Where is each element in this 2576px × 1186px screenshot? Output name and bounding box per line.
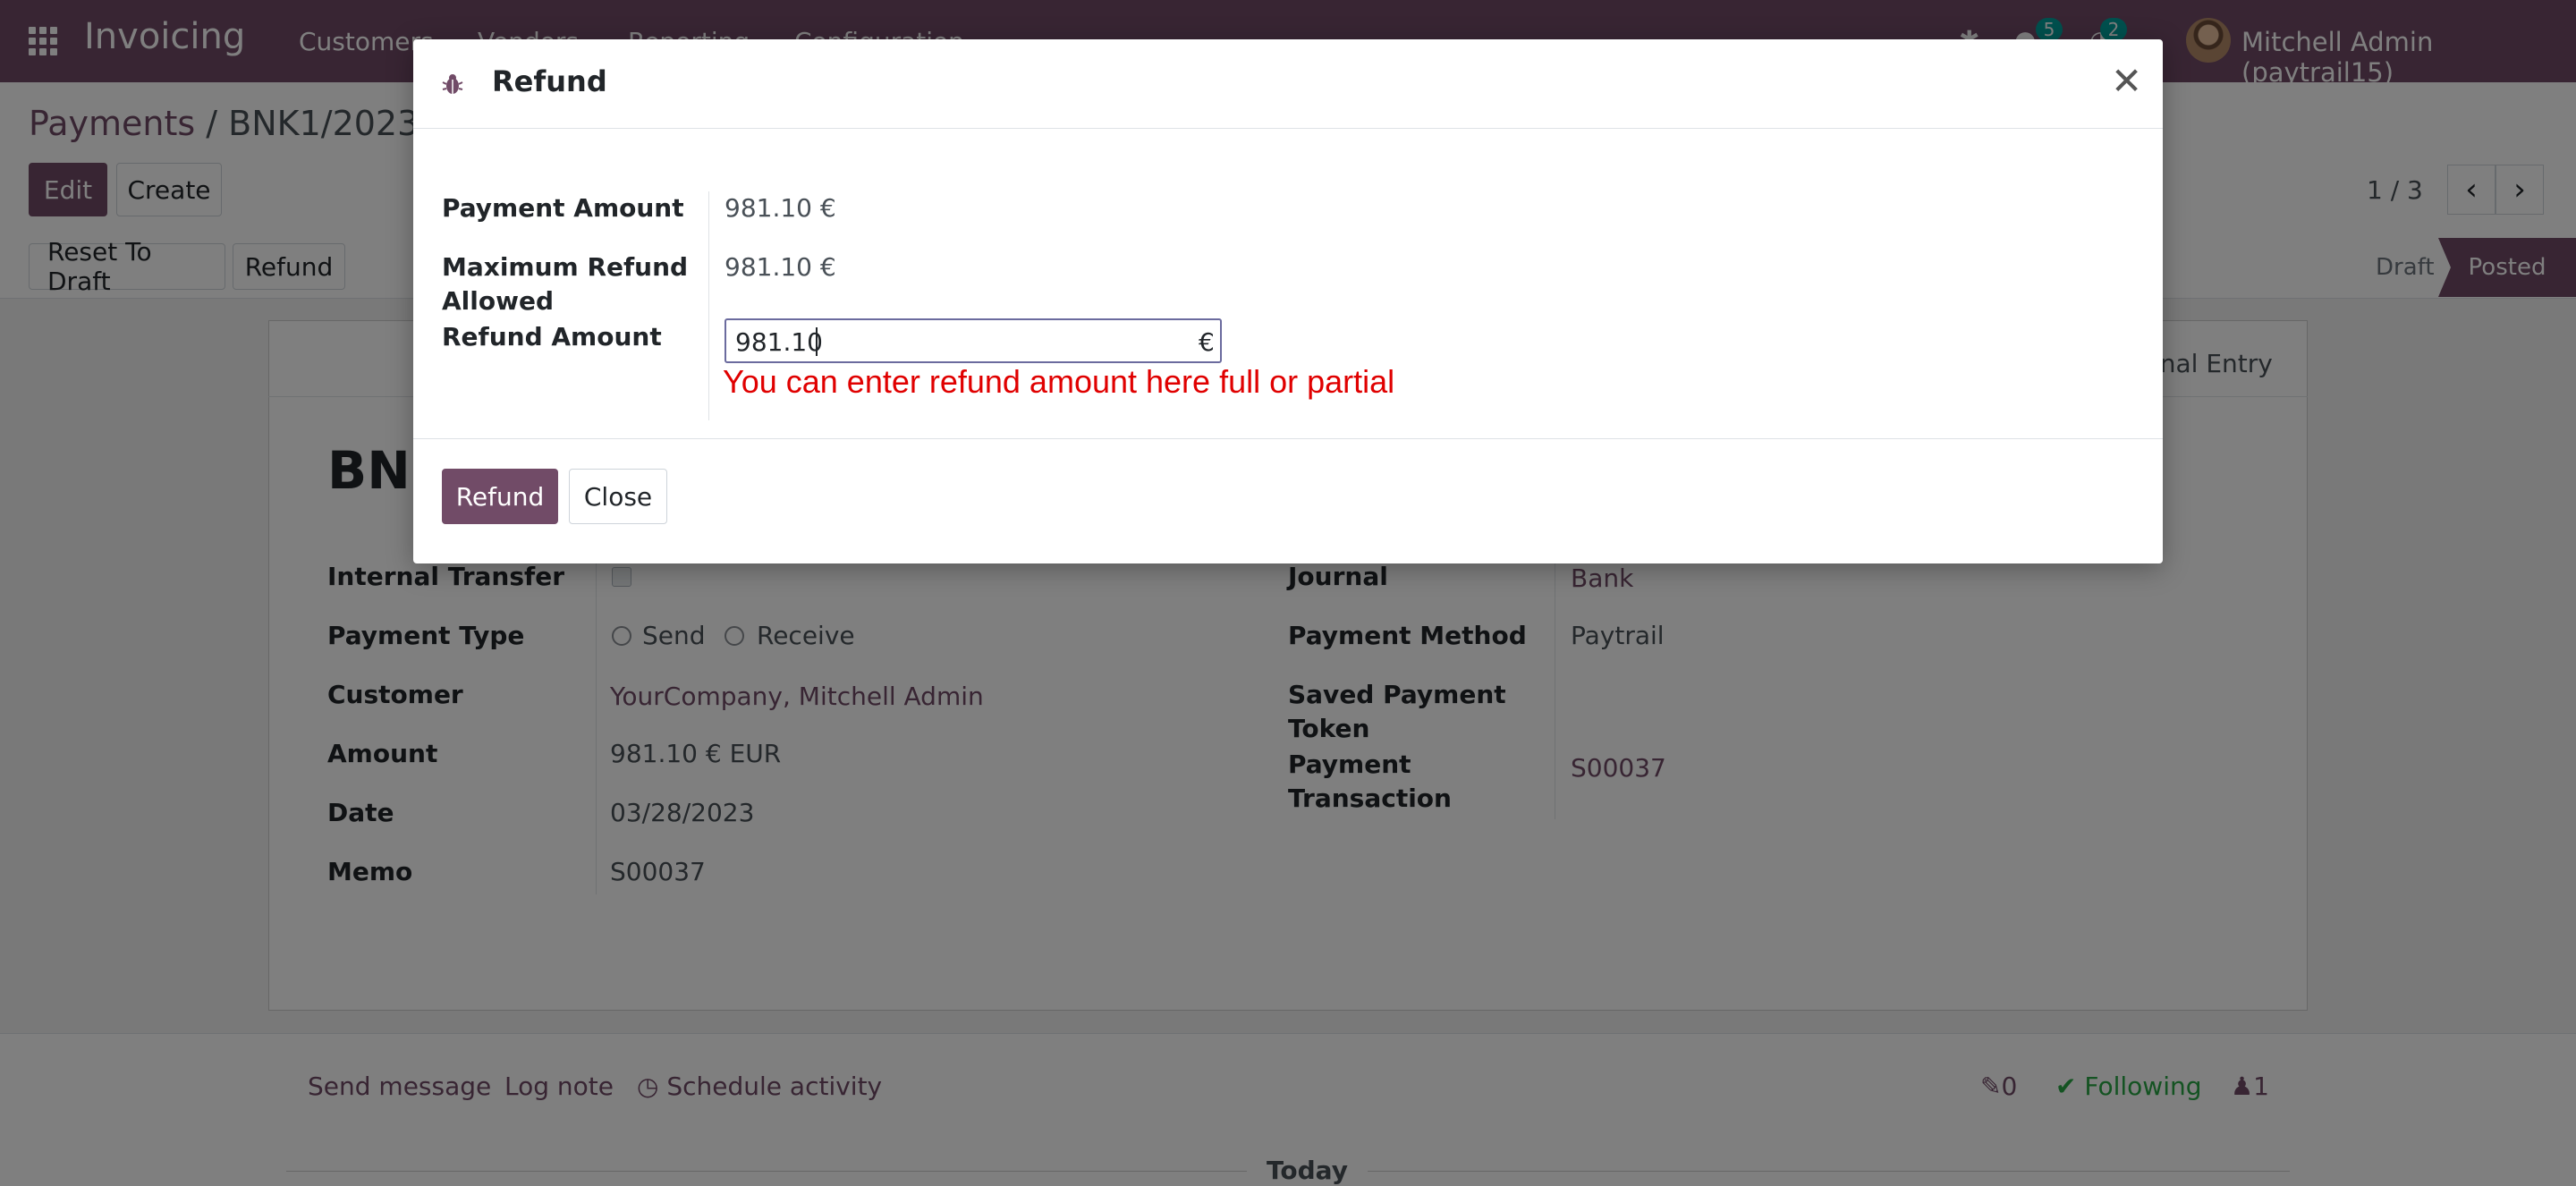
max-refund-label-line2: Allowed xyxy=(442,286,555,316)
max-refund-value: 981.10 € xyxy=(724,252,836,282)
refund-confirm-button[interactable]: Refund xyxy=(442,469,558,524)
currency-symbol: € xyxy=(1199,327,1215,357)
refund-amount-input-value[interactable]: 981.10 xyxy=(735,327,823,357)
bug-icon xyxy=(442,74,463,94)
dialog-header: Refund ✕ xyxy=(413,39,2163,129)
text-caret xyxy=(816,327,818,356)
close-icon[interactable]: ✕ xyxy=(2111,63,2142,100)
payment-amount-value: 981.10 € xyxy=(724,193,836,223)
max-refund-label-line1: Maximum Refund xyxy=(442,252,689,282)
close-button[interactable]: Close xyxy=(569,469,667,524)
refund-amount-input[interactable]: 981.10 € xyxy=(724,318,1222,363)
refund-dialog: Refund ✕ Payment Amount 981.10 € Maximum… xyxy=(413,39,2163,563)
refund-hint-annotation: You can enter refund amount here full or… xyxy=(723,363,1395,400)
dialog-footer xyxy=(413,438,2163,563)
dialog-title: Refund xyxy=(492,64,607,98)
dialog-field-divider xyxy=(708,191,709,420)
payment-amount-label: Payment Amount xyxy=(442,193,684,223)
refund-amount-label: Refund Amount xyxy=(442,322,662,352)
